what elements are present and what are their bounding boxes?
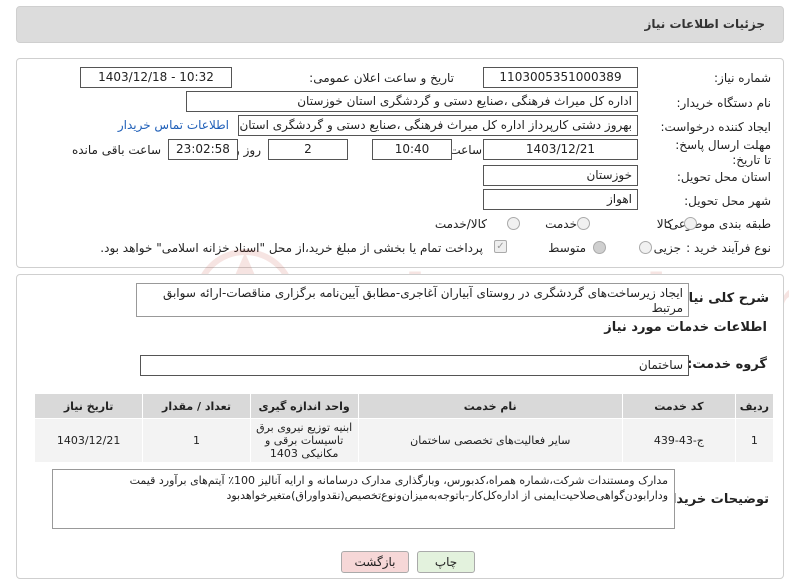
print-button[interactable]: چاپ: [417, 551, 475, 573]
deadline-label: مهلت ارسال پاسخ: تا تاریخ:: [675, 138, 771, 167]
category-option-both-label: کالا/خدمت: [434, 217, 487, 231]
service-group-field[interactable]: ساختمان: [140, 355, 689, 376]
process-label: نوع فرآیند خرید :: [686, 241, 771, 255]
col-service-code: کد خدمت: [621, 393, 736, 419]
category-option-service-label: خدمت: [545, 217, 577, 231]
table-header-row: ردیف کد خدمت نام خدمت واحد اندازه گیری ت…: [33, 393, 775, 419]
announce-field[interactable]: 1403/12/18 - 10:32: [80, 67, 232, 88]
service-group-label: گروه خدمت:: [687, 357, 767, 372]
description-label: شرح کلی نیاز:: [675, 291, 769, 306]
col-quantity: تعداد / مقدار: [142, 393, 251, 419]
col-need-date: تاریخ نیاز: [33, 393, 144, 419]
cell-quantity: 1: [142, 418, 251, 463]
remaining-label: ساعت باقی مانده: [71, 143, 161, 157]
services-table: ردیف کد خدمت نام خدمت واحد اندازه گیری ت…: [33, 393, 775, 463]
treasury-payment-checkbox[interactable]: ✓: [494, 240, 507, 253]
remaining-time-field[interactable]: 23:02:58: [168, 139, 238, 160]
page-header: جزئیات اطلاعات نیاز: [16, 6, 784, 43]
province-label: استان محل تحویل:: [676, 170, 771, 184]
process-option-medium-label: متوسط: [548, 241, 586, 255]
category-option-service-radio[interactable]: [577, 217, 590, 230]
need-number-field[interactable]: 1103005351000389: [483, 67, 638, 88]
process-option-medium-radio[interactable]: [593, 241, 606, 254]
cell-row-number: 1: [734, 418, 775, 463]
province-field[interactable]: خوزستان: [483, 165, 638, 186]
deadline-time-label: ساعت: [449, 143, 482, 157]
buyer-org-field[interactable]: اداره کل میراث فرهنگی ،صنایع دستی و گردش…: [186, 91, 638, 112]
deadline-time-field[interactable]: 10:40: [372, 139, 452, 160]
cell-service-name: سایر فعالیت‌های تخصصی ساختمان: [357, 418, 623, 463]
days-field[interactable]: 2: [268, 139, 348, 160]
city-label: شهر محل تحویل:: [684, 194, 771, 208]
cell-service-code: ج-43-439: [621, 418, 736, 463]
announce-label: تاریخ و ساعت اعلان عمومی:: [309, 71, 454, 85]
category-option-goods-label: کالا: [656, 217, 673, 231]
creator-label: ایجاد کننده درخواست:: [660, 120, 771, 134]
need-number-label: شماره نیاز:: [714, 71, 771, 85]
table-row[interactable]: 1 ج-43-439 سایر فعالیت‌های تخصصی ساختمان…: [33, 418, 775, 463]
treasury-payment-note: پرداخت تمام یا بخشی از مبلغ خرید،از محل …: [100, 241, 483, 255]
buyer-notes-textarea[interactable]: مدارک ومستندات شرکت،شماره همراه،کدبورس، …: [52, 469, 675, 529]
services-section-title: اطلاعات خدمات مورد نیاز: [604, 320, 767, 335]
col-unit: واحد اندازه گیری: [249, 393, 359, 419]
buyer-org-label: نام دستگاه خریدار:: [676, 96, 772, 110]
category-option-both-radio[interactable]: [507, 217, 520, 230]
process-option-minor-radio[interactable]: [639, 241, 652, 254]
process-option-minor-label: جزیی: [653, 241, 681, 255]
deadline-date-field[interactable]: 1403/12/21: [483, 139, 638, 160]
page-title: جزئیات اطلاعات نیاز: [644, 17, 765, 31]
cell-unit: ابنیه توزیع نیروی برق تاسیسات برقی و مکا…: [249, 418, 359, 463]
buyer-notes-label: توضیحات خریدار:: [659, 492, 769, 507]
category-label: طبقه بندی موضوعی:: [664, 217, 771, 231]
col-service-name: نام خدمت: [357, 393, 623, 419]
col-row-number: ردیف: [734, 393, 775, 419]
days-label: روز و: [234, 143, 261, 157]
category-option-goods-radio[interactable]: [684, 217, 697, 230]
back-button[interactable]: بازگشت: [341, 551, 409, 573]
creator-field[interactable]: بهروز دشتی کارپرداز اداره کل میراث فرهنگ…: [238, 115, 638, 136]
description-textarea[interactable]: ایجاد زیرساخت‌های گردشگری در روستای آبیا…: [136, 283, 689, 317]
contact-buyer-link[interactable]: اطلاعات تماس خریدار: [118, 118, 229, 132]
cell-need-date: 1403/12/21: [33, 418, 144, 463]
need-info-panel: [16, 58, 784, 268]
city-field[interactable]: اهواز: [483, 189, 638, 210]
